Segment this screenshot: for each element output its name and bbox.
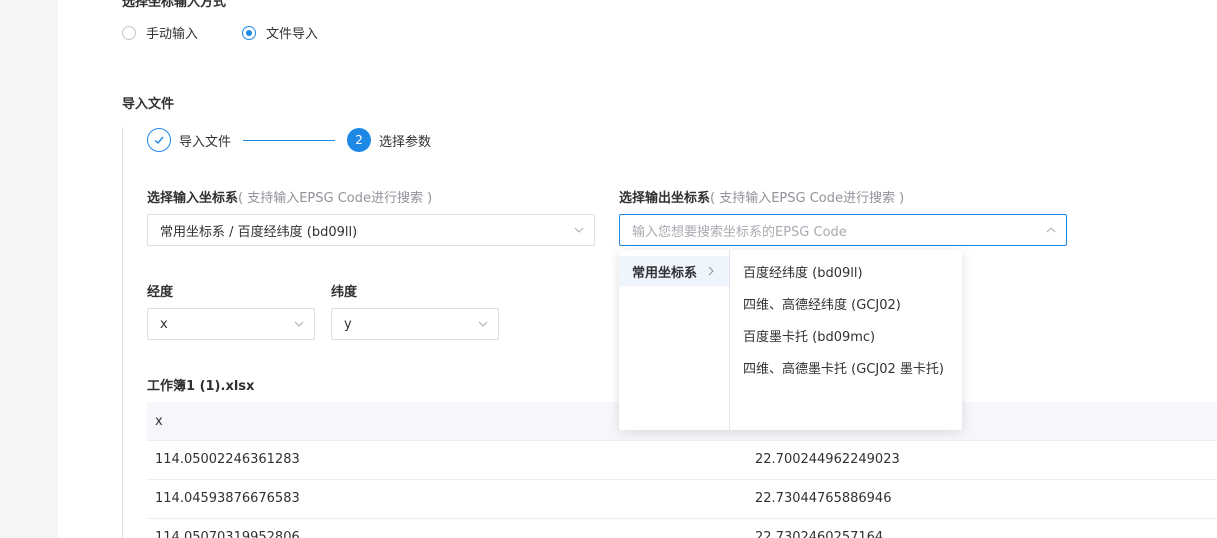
chevron-up-icon [1046, 227, 1056, 233]
longitude-select[interactable]: x [147, 308, 315, 340]
cascader-option[interactable]: 百度墨卡托 (bd09mc) [743, 326, 875, 345]
input-method-title: 选择坐标输入方式 [122, 0, 227, 10]
steps-bar: 导入文件 2 选择参数 [147, 128, 431, 152]
column-header-x: x [155, 414, 163, 429]
check-icon [154, 136, 164, 144]
chevron-down-icon [574, 227, 584, 233]
cascader-option[interactable]: 百度经纬度 (bd09ll) [743, 262, 863, 281]
step-2-number: 2 [347, 128, 372, 152]
output-crs-placeholder: 输入您想要搜索坐标系的EPSG Code [632, 224, 847, 240]
chevron-down-icon [294, 321, 304, 327]
category-label: 常用坐标系 [632, 265, 698, 281]
crs-cascader-dropdown: 常用坐标系 百度经纬度 (bd09ll) 四维、高德经纬度 (GCJ02) 百度… [619, 250, 962, 430]
cascader-option[interactable]: 四维、高德墨卡托 (GCJ02 墨卡托) [743, 358, 944, 377]
input-crs-value: 常用坐标系 / 百度经纬度 (bd09ll) [160, 224, 358, 240]
longitude-label: 经度 [147, 285, 174, 300]
cell-y: 22.73044765886946 [755, 491, 892, 506]
output-crs-search-input[interactable]: 输入您想要搜索坐标系的EPSG Code [619, 214, 1067, 246]
cell-x: 114.05002246361283 [155, 452, 300, 467]
cascader-option[interactable]: 四维、高德经纬度 (GCJ02) [743, 294, 901, 313]
chevron-down-icon [478, 321, 488, 327]
step-1-label: 导入文件 [179, 134, 232, 150]
radio-circle-selected[interactable] [242, 25, 256, 40]
input-crs-label-row: 选择输入坐标系( 支持输入EPSG Code进行搜索 ) [147, 187, 432, 206]
radio-circle[interactable] [122, 25, 136, 40]
cell-y: 22.7302460257164 [755, 530, 884, 538]
cell-x: 114.04593876676583 [155, 491, 300, 506]
chevron-right-icon [708, 266, 714, 276]
output-crs-hint: ( 支持输入EPSG Code进行搜索 ) [710, 191, 905, 206]
input-crs-label: 选择输入坐标系 [147, 191, 239, 206]
longitude-value: x [160, 316, 168, 332]
table-row: 114.05002246361283 22.700244962249023 [147, 441, 1217, 479]
step-1-check-icon [147, 128, 171, 152]
latitude-value: y [344, 316, 352, 332]
radio-file-import[interactable]: 文件导入 [242, 23, 318, 42]
cell-y: 22.700244962249023 [755, 452, 900, 467]
output-crs-label: 选择输出坐标系 [619, 191, 711, 206]
import-section-title: 导入文件 [122, 97, 175, 112]
radio-label: 文件导入 [266, 27, 319, 42]
latitude-select[interactable]: y [331, 308, 499, 340]
latitude-label: 纬度 [331, 285, 358, 300]
output-crs-label-row: 选择输出坐标系( 支持输入EPSG Code进行搜索 ) [619, 187, 904, 206]
section-guide-line [122, 127, 123, 538]
input-crs-hint: ( 支持输入EPSG Code进行搜索 ) [238, 191, 433, 206]
cell-x: 114.05070319952806 [155, 530, 300, 538]
cascader-category-common[interactable]: 常用坐标系 [619, 256, 729, 286]
table-row: 114.05070319952806 22.7302460257164 [147, 519, 1217, 538]
radio-label: 手动输入 [146, 27, 199, 42]
main-panel: 选择坐标输入方式 手动输入 文件导入 导入文件 导入文件 2 选择参数 选择输入… [58, 0, 1217, 538]
input-crs-select[interactable]: 常用坐标系 / 百度经纬度 (bd09ll) [147, 214, 595, 246]
table-row: 114.04593876676583 22.73044765886946 [147, 480, 1217, 518]
file-name: 工作簿1 (1).xlsx [147, 379, 255, 394]
step-connector [243, 139, 336, 141]
radio-manual-input[interactable]: 手动输入 [122, 23, 198, 42]
step-2-label: 选择参数 [379, 134, 432, 150]
